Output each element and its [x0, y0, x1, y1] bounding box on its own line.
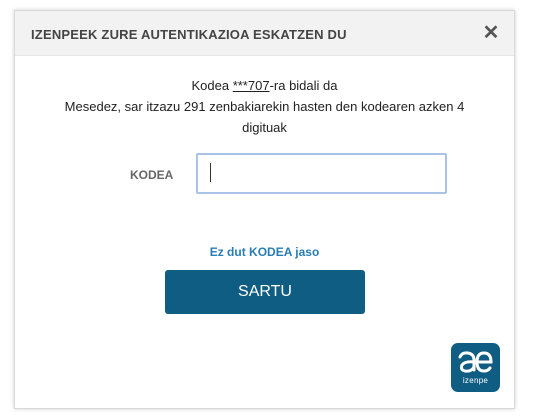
sent-message-suffix: -ra bidali da — [269, 78, 338, 93]
instruction-line-2: digituak — [242, 120, 287, 135]
dialog-header: IZENPEEK ZURE AUTENTIKAZIOA ESKATZEN DU … — [15, 11, 514, 56]
sent-message: Kodea ***707-ra bidali da — [15, 78, 514, 93]
auth-dialog: IZENPEEK ZURE AUTENTIKAZIOA ESKATZEN DU … — [14, 10, 515, 409]
izenpe-logo: izenpe — [451, 343, 500, 392]
dialog-title: IZENPEEK ZURE AUTENTIKAZIOA ESKATZEN DU — [31, 27, 347, 42]
submit-button[interactable]: SARTU — [165, 270, 365, 314]
no-code-link[interactable]: Ez dut KODEA jaso — [15, 245, 514, 259]
masked-phone-number: ***707 — [232, 78, 270, 93]
code-label: KODEA — [130, 168, 174, 182]
code-input[interactable] — [196, 153, 447, 194]
logo-text: izenpe — [462, 376, 489, 385]
text-caret — [210, 163, 211, 182]
sent-message-prefix: Kodea — [191, 78, 233, 93]
close-icon[interactable]: ✕ — [480, 22, 502, 44]
instruction-line-1: Mesedez, sar itzazu 291 zenbakiarekin ha… — [64, 99, 465, 114]
